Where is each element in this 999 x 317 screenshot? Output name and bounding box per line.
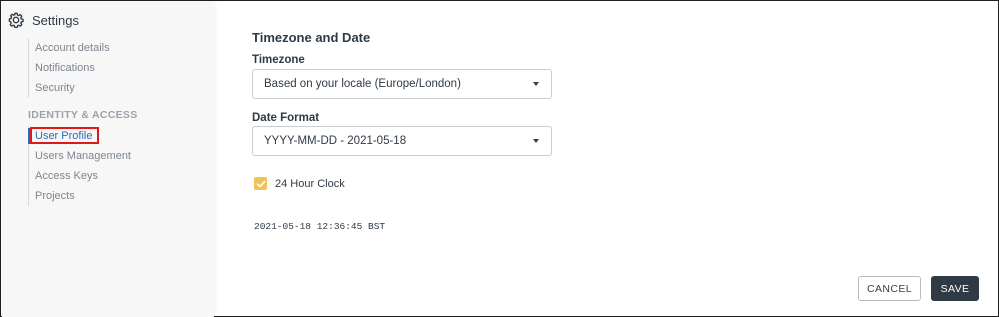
sidebar-item-projects[interactable]: Projects bbox=[29, 186, 198, 206]
current-timestamp: 2021-05-18 12:36:45 BST bbox=[254, 221, 386, 232]
date-format-value: YYYY-MM-DD - 2021-05-18 bbox=[264, 135, 407, 147]
annotation-highlight-box bbox=[30, 127, 99, 144]
save-button[interactable]: SAVE bbox=[931, 276, 979, 301]
sidebar-item-security[interactable]: Security bbox=[29, 78, 198, 98]
clock-24h-checkbox[interactable] bbox=[254, 177, 267, 190]
date-format-select[interactable]: YYYY-MM-DD - 2021-05-18 bbox=[252, 126, 552, 156]
date-format-label: Date Format bbox=[252, 112, 320, 124]
timezone-value: Based on your locale (Europe/London) bbox=[264, 78, 461, 90]
sidebar-item-notifications[interactable]: Notifications bbox=[29, 58, 198, 78]
sidebar-header: Settings bbox=[8, 11, 79, 29]
sidebar-item-account-details[interactable]: Account details bbox=[29, 38, 198, 58]
sidebar-title: Settings bbox=[32, 12, 79, 28]
window-frame: Settings Account details Notifications S… bbox=[0, 0, 999, 317]
settings-sidebar: Settings Account details Notifications S… bbox=[2, 2, 214, 317]
timezone-label: Timezone bbox=[252, 54, 305, 66]
sidebar-item-access-keys[interactable]: Access Keys bbox=[29, 166, 198, 186]
sidebar-item-users-management[interactable]: Users Management bbox=[29, 146, 198, 166]
sidebar-section-title: IDENTITY & ACCESS bbox=[28, 109, 138, 121]
clock-24h-label: 24 Hour Clock bbox=[275, 178, 345, 190]
gear-icon bbox=[8, 12, 24, 28]
cancel-button[interactable]: CANCEL bbox=[858, 276, 921, 301]
chevron-down-icon bbox=[533, 82, 539, 86]
chevron-down-icon bbox=[533, 139, 539, 143]
page-title: Timezone and Date bbox=[252, 30, 371, 45]
settings-main: Timezone and Date Timezone Based on your… bbox=[215, 2, 999, 317]
check-icon bbox=[256, 180, 265, 187]
sidebar-group-account: Account details Notifications Security bbox=[28, 38, 198, 98]
timezone-select[interactable]: Based on your locale (Europe/London) bbox=[252, 69, 552, 99]
